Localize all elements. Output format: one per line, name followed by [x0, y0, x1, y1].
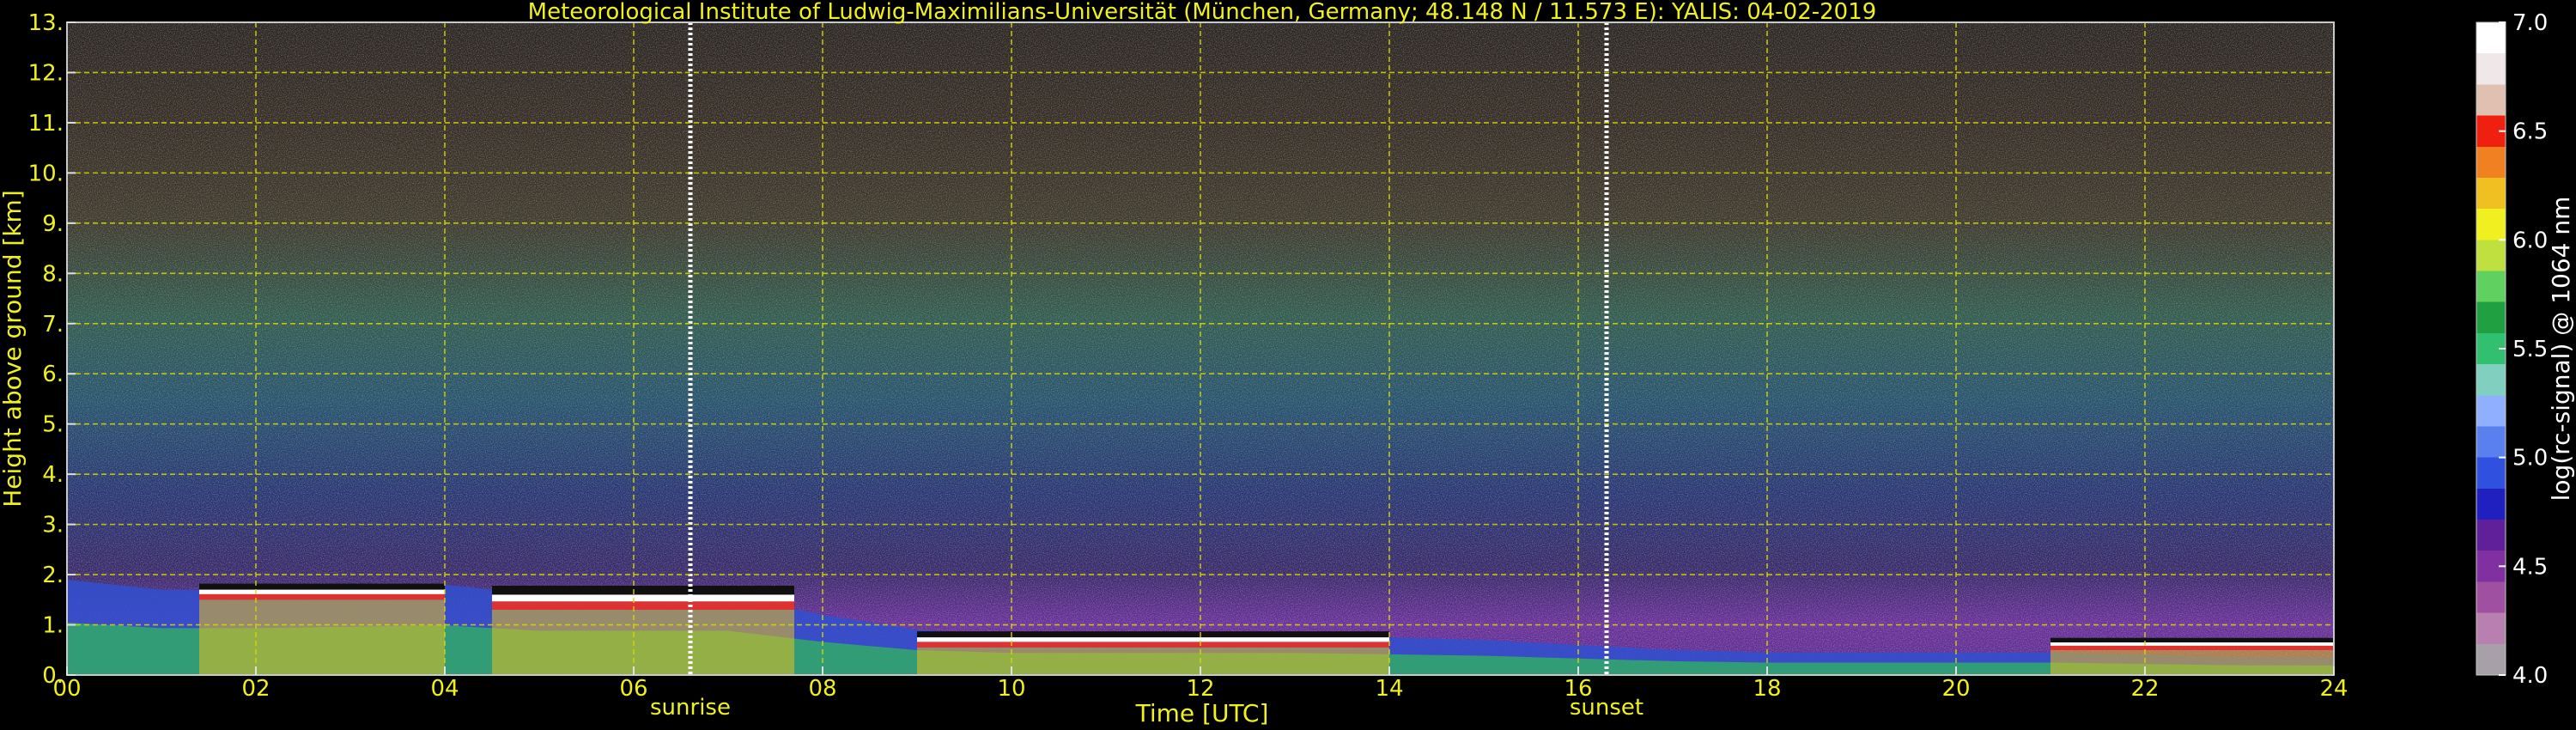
cloud-top-shadow-1	[492, 585, 794, 595]
cloud-top-shadow-0	[199, 583, 445, 590]
cloud-below-2	[917, 647, 1389, 675]
cloud-core-2	[917, 642, 1389, 648]
y-tick-label: 12.	[28, 60, 64, 86]
cloud-core-3	[2050, 645, 2334, 650]
y-tick-label: 9.	[42, 211, 64, 237]
annotation-sunset: sunset	[1570, 695, 1643, 721]
colorbar-tick-label: 5.0	[2512, 446, 2548, 471]
colorbar-tick-label: 6.0	[2512, 228, 2548, 253]
cloud-top-3	[2050, 642, 2334, 646]
cloud-top-shadow-2	[917, 631, 1389, 638]
colorbar: 4.0 4.5 5.0 5.5 6.0 6.5 7.0	[2476, 10, 2548, 689]
annotation-sunrise: sunrise	[650, 695, 731, 721]
colorbar-label: log(rc-signal) @ 1064 nm	[2547, 197, 2575, 502]
y-tick-label: 2.	[42, 563, 64, 588]
cloud-core-1	[492, 601, 794, 610]
colorbar-tick-label: 4.0	[2512, 663, 2548, 689]
x-tick-label: 02	[241, 676, 270, 702]
y-tick-label: 0.	[42, 663, 64, 689]
x-tick-label: 24	[2319, 676, 2348, 702]
colorbar-tick-label: 5.5	[2512, 337, 2548, 362]
x-tick-label: 04	[430, 676, 459, 702]
cloud-core-0	[199, 593, 445, 600]
cloud-top-0	[199, 589, 445, 594]
lidar-plot: 00 02 04 06 08 10 12 14 16 18 20 22 24 0. 1. 2. 3. 4. 5. 6.…	[0, 0, 2576, 730]
y-tick-label: 7.	[42, 312, 64, 338]
lidar-chart-svg: 00 02 04 06 08 10 12 14 16 18 20 22 240.1.2.3.4.5.6.…	[0, 0, 2575, 727]
y-tick-label: 5.	[42, 412, 64, 438]
x-tick-label: 06	[619, 676, 647, 702]
chart-title: Meteorological Institute of Ludwig-Maxim…	[528, 0, 1877, 25]
x-tick-label: 20	[1941, 676, 1970, 702]
y-tick-label: 1.	[42, 613, 64, 639]
y-tick-label: 10.	[28, 161, 64, 186]
cloud-top-2	[917, 637, 1389, 642]
colorbar-tick-label: 6.5	[2512, 119, 2548, 145]
cloud-top-shadow-3	[2050, 637, 2334, 642]
y-tick-label: 13.	[28, 10, 64, 36]
x-tick-label: 14	[1375, 676, 1403, 702]
y-tick-label: 8.	[42, 261, 64, 287]
x-tick-label: 22	[2130, 676, 2159, 702]
x-tick-label: 18	[1753, 676, 1781, 702]
x-tick-label: 10	[997, 676, 1025, 702]
cloud-top-1	[492, 594, 794, 602]
y-tick-label: 3.	[42, 513, 64, 538]
colorbar-tick-label: 7.0	[2512, 10, 2548, 36]
y-tick-label: 11.	[28, 111, 64, 137]
colorbar-tick-label: 4.5	[2512, 554, 2548, 580]
cloud-below-0	[199, 599, 445, 675]
y-tick-label: 4.	[42, 462, 64, 488]
cloud-below-3	[2050, 649, 2334, 675]
y-axis-label: Height above ground [km]	[0, 190, 27, 508]
cloud-below-1	[492, 610, 794, 675]
x-axis-label: Time [UTC]	[1135, 699, 1269, 727]
x-tick-label: 08	[808, 676, 836, 702]
x-tick-label: 12	[1186, 676, 1214, 702]
y-tick-label: 6.	[42, 362, 64, 387]
